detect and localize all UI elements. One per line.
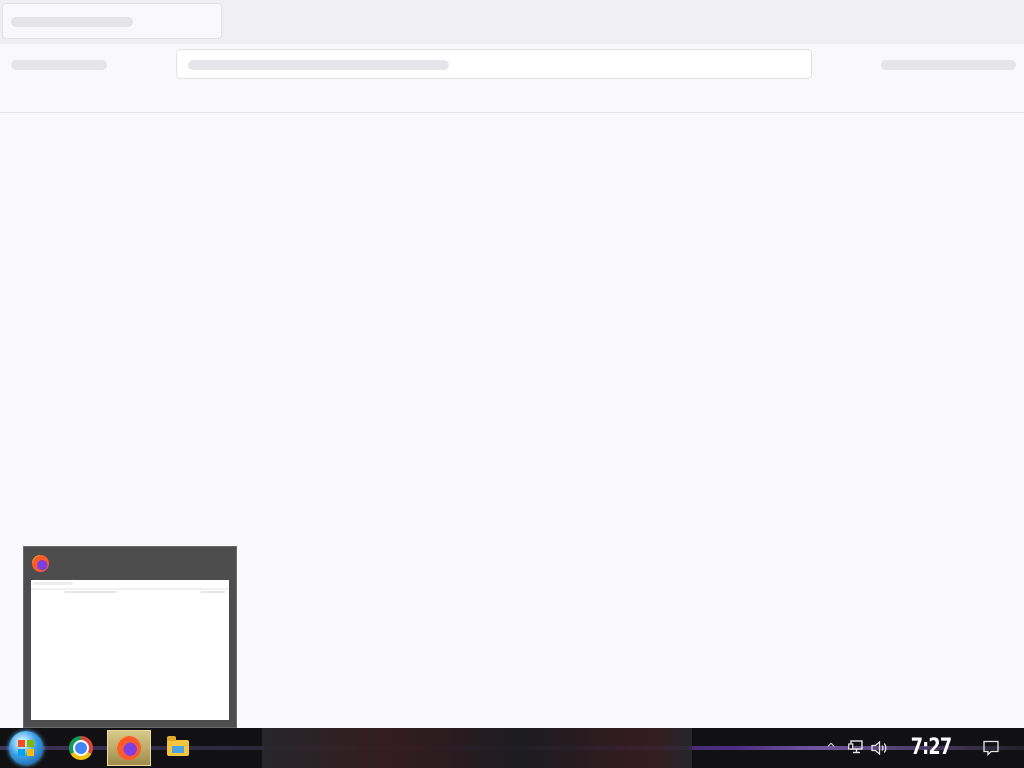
taskbar-button-file-explorer[interactable] [155, 730, 199, 766]
notification-icon[interactable] [983, 740, 999, 756]
tab-strip [0, 0, 1024, 44]
preview-page-thumbnail[interactable] [31, 580, 229, 720]
tab-placeholder[interactable] [2, 3, 222, 39]
chrome-icon [69, 736, 93, 760]
network-icon[interactable] [848, 740, 864, 754]
preview-line [201, 591, 225, 593]
preview-line [33, 582, 73, 585]
taskbar: ^ 7:27 AM [0, 728, 1024, 768]
tab-title-skeleton [11, 17, 133, 27]
preview-line [31, 588, 229, 590]
windows-start-icon [18, 740, 34, 756]
taskbar-button-firefox[interactable] [107, 730, 151, 766]
preview-line [65, 591, 117, 593]
toolbar-right-skeleton [881, 60, 1016, 70]
toolbar [0, 44, 1024, 113]
address-bar-skeleton [188, 60, 449, 70]
folder-icon [167, 736, 189, 756]
firefox-icon [32, 555, 49, 572]
taskbar-empty-area [262, 728, 692, 768]
system-clock[interactable]: 7:27 AM [903, 732, 959, 768]
start-button[interactable] [9, 731, 43, 765]
firefox-icon [117, 736, 141, 760]
taskbar-button-chrome[interactable] [59, 730, 103, 766]
show-hidden-icons-chevron[interactable]: ^ [825, 740, 837, 756]
volume-icon[interactable] [871, 740, 889, 756]
toolbar-left-skeleton [11, 60, 107, 70]
taskbar-thumbnail-preview[interactable] [23, 546, 237, 728]
address-bar[interactable] [176, 49, 812, 79]
